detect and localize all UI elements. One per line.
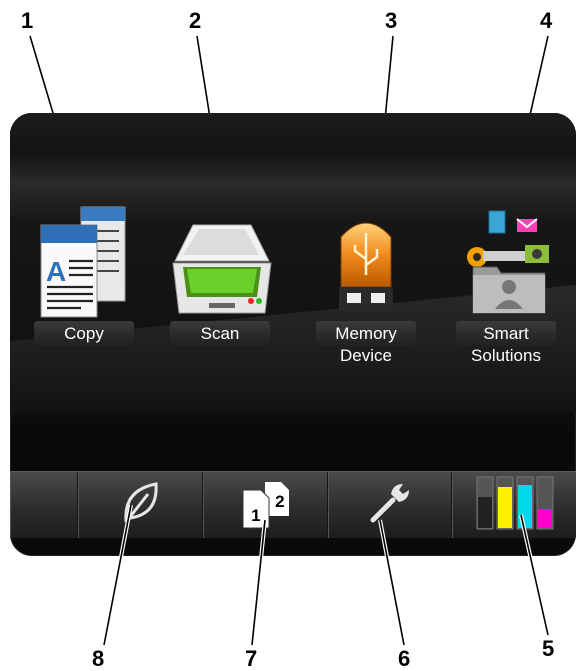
callout-8: 8 <box>92 646 105 671</box>
page-number-2: 2 <box>275 492 285 511</box>
callout-4: 4 <box>540 8 553 33</box>
bottom-toolbar: 1 2 <box>10 471 576 538</box>
memory-device-app-button[interactable]: Memory Device <box>306 201 426 367</box>
ink-levels-icon <box>475 475 555 536</box>
scanner-icon <box>165 201 275 321</box>
duplex-button[interactable]: 1 2 <box>202 472 328 538</box>
smart-solutions-app-button[interactable]: Smart Solutions <box>446 201 566 367</box>
svg-text:A: A <box>46 256 66 287</box>
copy-app-button[interactable]: A Copy <box>24 201 144 349</box>
leaf-icon <box>118 480 162 531</box>
callout-7: 7 <box>245 646 258 671</box>
callout-6: 6 <box>398 646 411 671</box>
scan-app-button[interactable]: Scan <box>160 201 280 349</box>
eco-settings-button[interactable] <box>78 472 203 538</box>
ink-levels-button[interactable] <box>452 472 576 538</box>
smart-solutions-icon <box>451 201 561 321</box>
memory-device-label: Memory Device <box>335 324 397 365</box>
page-number-1: 1 <box>251 506 261 525</box>
printer-control-panel: A Copy Scan Memory Device Smart Solution… <box>10 113 576 556</box>
scan-label: Scan <box>200 324 240 343</box>
callout-5: 5 <box>542 636 555 661</box>
duplex-pages-icon: 1 2 <box>237 480 293 530</box>
tab-blank <box>10 472 78 538</box>
callout-3: 3 <box>385 8 398 33</box>
wrench-icon <box>367 480 413 531</box>
callout-1: 1 <box>21 8 34 33</box>
copy-icon: A <box>29 201 139 321</box>
copy-label: Copy <box>64 324 104 343</box>
callout-2: 2 <box>189 8 202 33</box>
usb-drive-icon <box>311 201 421 321</box>
setup-button[interactable] <box>327 472 453 538</box>
smart-solutions-label: Smart Solutions <box>471 324 541 365</box>
